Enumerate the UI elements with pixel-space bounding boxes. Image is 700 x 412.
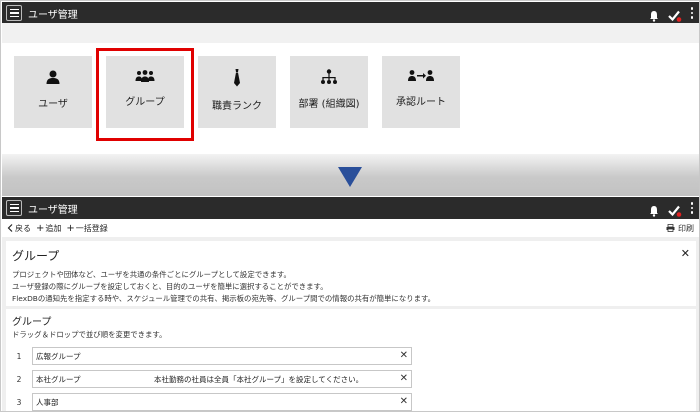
bell-icon[interactable] — [649, 7, 659, 22]
necktie-icon — [234, 69, 240, 87]
group-info-card: グループ ✕ プロジェクトや団体など、ユーザを共通の条件ごとにグループとして設定… — [6, 241, 696, 306]
list-item[interactable]: 3 人事部 ✕ — [12, 393, 412, 411]
group-field[interactable]: 本社グループ 本社勤務の社員は全員「本社グループ」を設定してください。 ✕ — [31, 370, 412, 388]
screenshot-frame: ユーザ管理 ユーザ グループ 職責ランク 部署 (組織図) 承認ルート ユーザ管… — [0, 0, 700, 412]
add-label: 追加 — [45, 223, 62, 233]
add-button[interactable]: + 追加 — [36, 223, 61, 234]
group-field[interactable]: 広報グループ ✕ — [31, 347, 412, 365]
hamburger-menu-icon[interactable] — [6, 5, 22, 21]
row-number: 2 — [16, 374, 22, 384]
description-line: FlexDBの通知先を指定する時や、スケジュール管理での共有、掲示板の宛先等、グ… — [12, 294, 436, 303]
row-number: 3 — [16, 397, 22, 407]
tile-label: 部署 (組織図) — [298, 99, 360, 110]
tile-job-rank[interactable]: 職責ランク — [198, 56, 276, 128]
bulk-register-label: 一括登録 — [75, 223, 108, 233]
description-line: ユーザ登録の際にグループを設定しておくと、目的のユーザを簡単に選択することができ… — [12, 282, 328, 291]
tile-label: 職責ランク — [212, 101, 262, 112]
row-number: 1 — [16, 351, 22, 361]
list-item[interactable]: 2 本社グループ 本社勤務の社員は全員「本社グループ」を設定してください。 ✕ — [12, 370, 412, 388]
kebab-menu-icon[interactable] — [690, 7, 693, 19]
checkmark-icon[interactable] — [667, 7, 682, 22]
print-label: 印刷 — [678, 223, 694, 233]
app-title: ユーザ管理 — [28, 9, 78, 21]
group-field[interactable]: 人事部 ✕ — [31, 393, 412, 411]
list-item[interactable]: 1 広報グループ ✕ — [12, 347, 412, 365]
delete-icon[interactable]: ✕ — [400, 350, 408, 361]
hamburger-menu-icon[interactable] — [6, 200, 22, 216]
bell-icon[interactable] — [649, 202, 659, 217]
checkmark-icon[interactable] — [667, 202, 682, 217]
bulk-register-button[interactable]: + 一括登録 — [66, 223, 107, 234]
printer-icon — [666, 224, 675, 232]
app-titlebar-bottom: ユーザ管理 — [2, 197, 699, 219]
tile-approval-route[interactable]: 承認ルート — [382, 56, 460, 128]
kebab-menu-icon[interactable] — [690, 202, 693, 214]
delete-icon[interactable]: ✕ — [400, 373, 408, 384]
tile-department[interactable]: 部署 (組織図) — [290, 56, 368, 128]
group-name: 本社グループ — [35, 374, 81, 384]
plus-icon: + — [66, 222, 75, 234]
group-name: 人事部 — [35, 397, 59, 407]
tile-label: ユーザ — [38, 99, 68, 110]
group-note: 本社勤務の社員は全員「本社グループ」を設定してください。 — [153, 374, 364, 384]
back-label: 戻る — [15, 223, 31, 233]
org-chart-icon — [321, 69, 337, 84]
tile-label: 承認ルート — [396, 97, 446, 108]
close-icon[interactable]: ✕ — [681, 247, 690, 260]
description-line: プロジェクトや団体など、ユーザを共通の条件ごとにグループとして設定できます。 — [12, 270, 291, 279]
chevron-left-icon — [7, 224, 13, 232]
tile-user[interactable]: ユーザ — [14, 56, 92, 128]
highlight-box — [96, 48, 194, 141]
down-arrow-icon — [338, 167, 362, 187]
delete-icon[interactable]: ✕ — [400, 396, 408, 407]
action-toolbar: 戻る + 追加 + 一括登録 印刷 — [2, 219, 699, 237]
page-title: グループ — [12, 249, 60, 263]
main-content: グループ ✕ プロジェクトや団体など、ユーザを共通の条件ごとにグループとして設定… — [2, 237, 699, 411]
app-title: ユーザ管理 — [28, 204, 78, 216]
back-button[interactable]: 戻る — [7, 223, 31, 234]
list-heading: グループ — [12, 317, 52, 328]
print-button[interactable]: 印刷 — [666, 223, 694, 234]
plus-icon: + — [36, 222, 45, 234]
app-titlebar: ユーザ管理 — [2, 2, 699, 24]
group-name: 広報グループ — [35, 351, 81, 361]
user-icon — [46, 70, 60, 84]
group-list-card: グループ ドラッグ＆ドロップで並び順を変更できます。 1 広報グループ ✕ 2 … — [6, 309, 696, 411]
list-hint: ドラッグ＆ドロップで並び順を変更できます。 — [12, 330, 167, 339]
approval-route-icon — [408, 70, 434, 81]
